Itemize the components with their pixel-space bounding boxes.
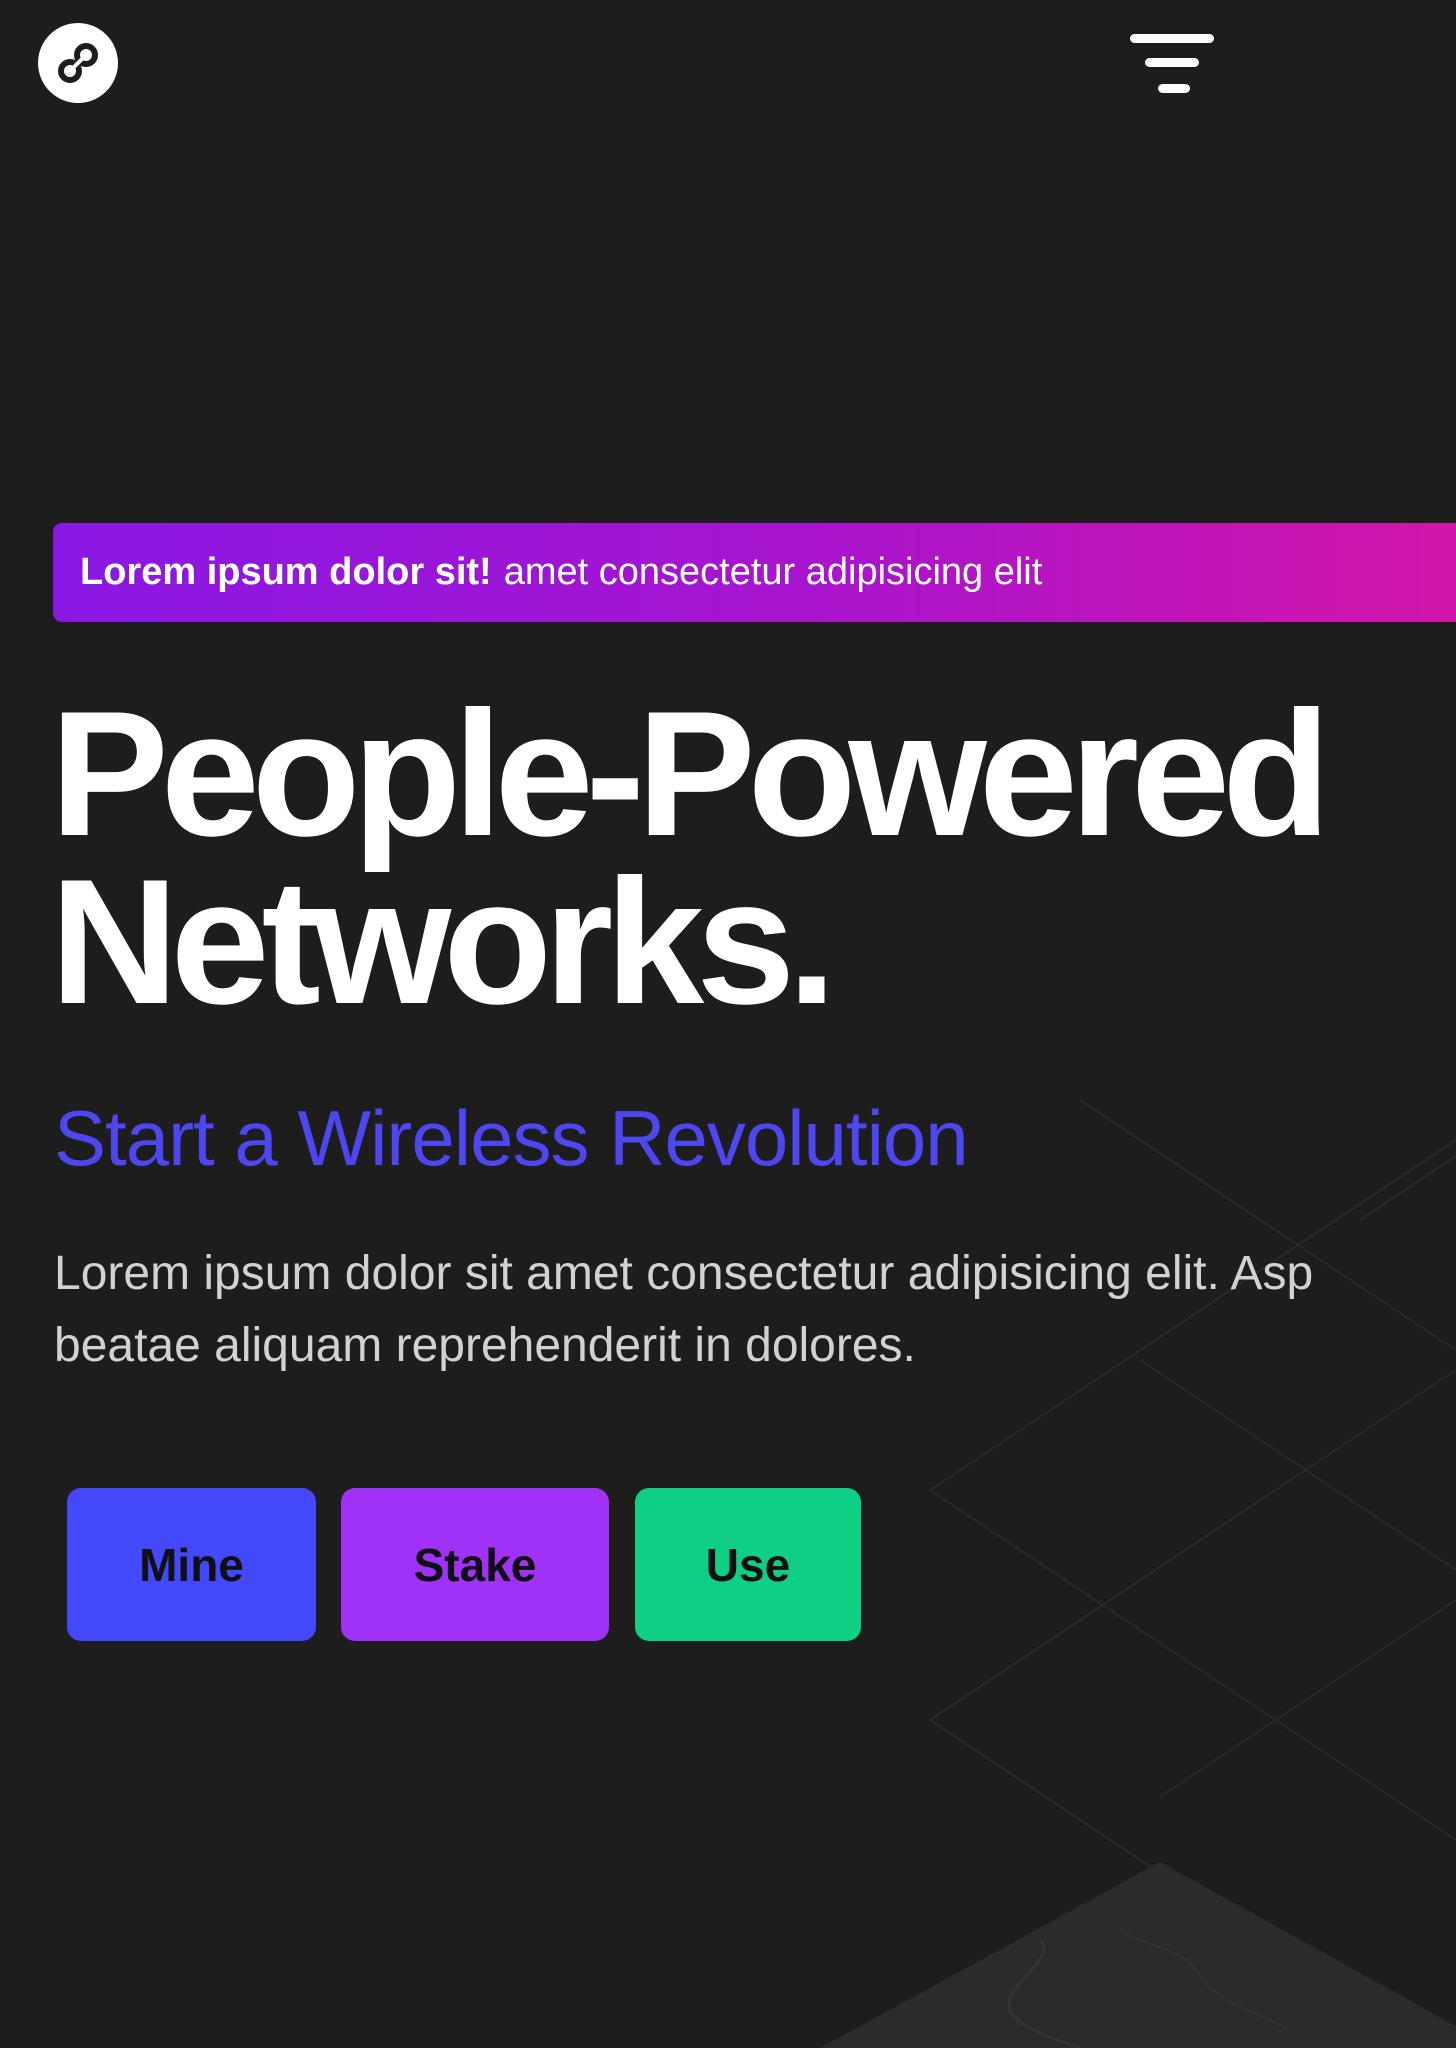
mine-button[interactable]: Mine: [67, 1488, 316, 1641]
page: Lorem ipsum dolor sit! amet consectetur …: [0, 0, 1456, 2048]
menu-button[interactable]: [1130, 28, 1220, 100]
banner-highlight: Lorem ipsum dolor sit!: [80, 551, 492, 593]
stake-button[interactable]: Stake: [341, 1488, 609, 1641]
headline-line-1: People-Powered: [50, 674, 1331, 873]
hero-subtitle: Start a Wireless Revolution: [54, 1094, 969, 1182]
helium-logo-icon: [58, 43, 98, 83]
hero-headline: People-Powered Networks.: [50, 674, 1331, 1041]
logo-link[interactable]: [38, 23, 118, 103]
banner-text: amet consectetur adipisicing elit: [503, 551, 1043, 593]
description-line-2: beatae aliquam reprehenderit in dolores.: [54, 1319, 916, 1372]
description-line-1: Lorem ipsum dolor sit amet consectetur a…: [54, 1247, 1314, 1300]
site-header: [0, 0, 1456, 130]
headline-line-2: Networks.: [50, 842, 837, 1041]
announcement-banner[interactable]: Lorem ipsum dolor sit! amet consectetur …: [53, 523, 1456, 622]
hero-description: Lorem ipsum dolor sit amet consectetur a…: [54, 1238, 1313, 1382]
use-button[interactable]: Use: [635, 1488, 861, 1641]
